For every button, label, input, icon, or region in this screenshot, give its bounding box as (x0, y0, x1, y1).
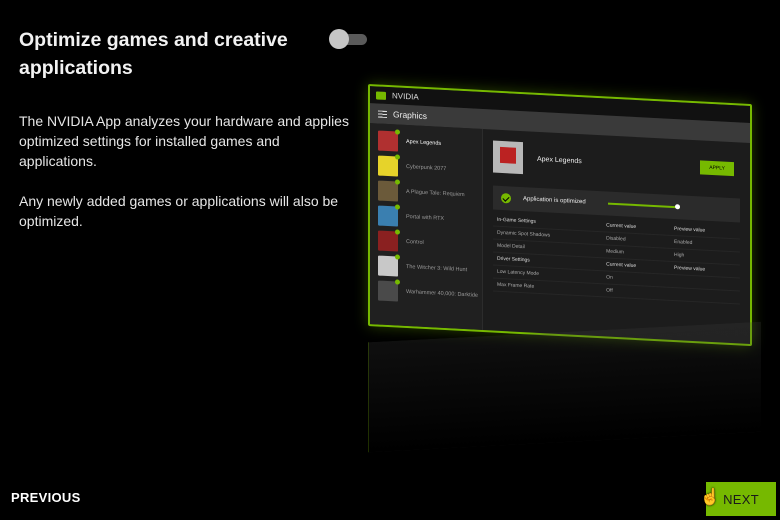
optimization-slider (607, 202, 680, 209)
preview-game-item: Warhammer 40,000: Darktide (370, 277, 482, 308)
game-thumbnail (378, 280, 398, 302)
game-thumbnail (378, 255, 398, 277)
game-name: A Plague Tale: Requiem (406, 188, 465, 198)
preview-section-title: Graphics (393, 109, 428, 122)
game-name: Cyberpunk 2077 (406, 163, 447, 172)
selected-game-name: Apex Legends (537, 155, 582, 165)
menu-icon (378, 110, 387, 118)
description-note: Any newly added games or applications wi… (19, 193, 339, 229)
game-thumbnail (378, 230, 398, 252)
toggle-knob[interactable] (329, 29, 349, 49)
previous-button[interactable]: PREVIOUS (11, 490, 81, 505)
preview-reflection (368, 321, 761, 453)
game-name: The Witcher 3: Wild Hunt (406, 263, 468, 273)
game-name: Control (406, 238, 424, 246)
optimization-status-text: Application is optimized (523, 196, 586, 206)
game-cover-image (493, 140, 523, 175)
page-title: Optimize games and creative applications (19, 29, 288, 79)
game-thumbnail (378, 130, 398, 152)
game-name: Portal with RTX (406, 213, 445, 222)
setting-current: Off (602, 283, 671, 301)
nvidia-logo-icon (376, 90, 386, 100)
settings-table: In-Game Settings Current value Preview val… (493, 213, 740, 305)
game-thumbnail (378, 155, 398, 177)
preview-main: Apex Legends APPLY Application is optimi… (483, 129, 750, 344)
preview-apply-button: APPLY (700, 160, 734, 177)
optimize-toggle[interactable] (329, 29, 367, 49)
game-name: Apex Legends (406, 138, 442, 147)
description-text: The NVIDIA App analyzes your hardware an… (19, 113, 349, 169)
game-thumbnail (378, 180, 398, 202)
game-thumbnail (378, 205, 398, 227)
check-circle-icon (501, 192, 511, 204)
game-name: Warhammer 40,000: Darktide (406, 288, 478, 299)
hand-cursor-icon: ☝ (700, 489, 720, 506)
setting-preview (670, 287, 740, 304)
app-preview-image: NVIDIA Graphics Apex Legends Cyberpunk 20… (368, 84, 760, 349)
preview-app-name: NVIDIA (392, 91, 419, 102)
preview-game-list: Apex Legends Cyberpunk 2077 A Plague Tale:… (370, 123, 483, 331)
